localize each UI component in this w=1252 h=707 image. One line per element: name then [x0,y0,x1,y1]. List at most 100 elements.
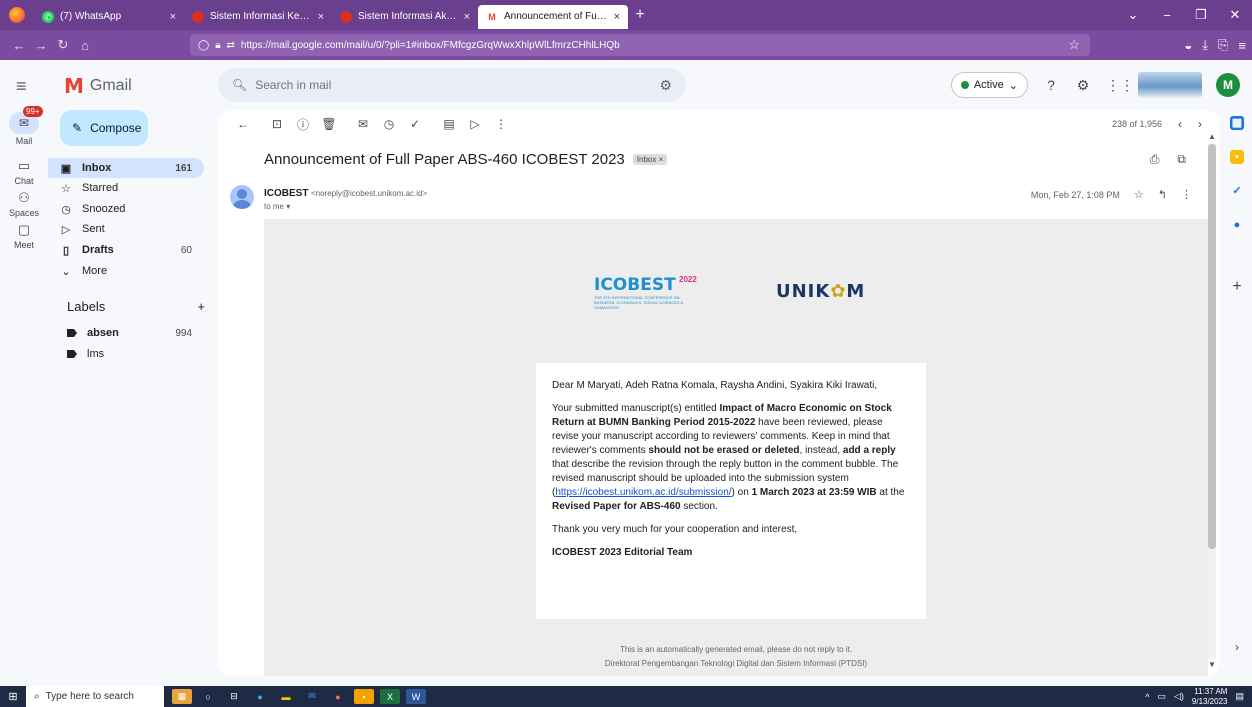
contacts-icon[interactable]: ● [1230,218,1244,232]
task-view-icon[interactable]: ⊟ [224,689,244,704]
extensions-icon[interactable]: ⎘ [1218,37,1228,53]
taskbar-search[interactable]: ⌕ Type here to search [26,686,164,707]
show-side-panel-icon[interactable]: › [1230,640,1244,654]
search-icon[interactable]: 🔍︎ [232,78,247,92]
excel-icon[interactable]: X [380,689,400,704]
help-icon[interactable]: ? [1042,77,1060,93]
notifications-icon[interactable]: ▤ [1235,691,1244,702]
maximize-icon[interactable]: ❐ [1184,0,1218,30]
open-new-window-icon[interactable]: ⧉ [1177,152,1186,167]
avatar[interactable]: M [1216,73,1240,97]
cortana-icon[interactable]: ○ [198,689,218,704]
rail-item-spaces[interactable]: ⚇ Spaces [0,190,48,218]
submission-link[interactable]: https://icobest.unikom.ac.id/submission/ [555,487,731,498]
get-addons-icon[interactable]: + [1230,279,1244,295]
rail-item-chat[interactable]: ▭ Chat [0,158,48,186]
back-icon[interactable]: ← [8,38,30,53]
home-icon[interactable]: ⌂ [74,38,96,53]
keep-icon[interactable]: ▪ [1230,150,1244,164]
rail-item-mail[interactable]: ✉ 99+ Mail [0,106,48,146]
calendar-icon[interactable]: ▦ [1230,116,1244,130]
download-icon[interactable]: ⤓ [1202,37,1208,53]
url-bar[interactable]: ◯ 🔒︎ ⇄ https://mail.google.com/mail/u/0/… [190,34,1090,56]
add-label-icon[interactable]: + [197,299,205,314]
lock-icon[interactable]: 🔒︎ [215,40,220,51]
mark-unread-icon[interactable]: ✉ [350,117,376,131]
tab-sistem-akademik[interactable]: Sistem Informasi Akademik (PI × [332,5,478,29]
older-icon[interactable]: › [1198,117,1202,131]
search-options-icon[interactable]: ⚙ [659,77,672,94]
rail-item-meet[interactable]: ▢ Meet [0,222,48,250]
gmail-logo[interactable]: M Gmail [64,74,132,98]
firefox-icon[interactable]: ● [328,689,348,704]
minimize-icon[interactable]: − [1150,0,1184,30]
compose-button[interactable]: ✎ Compose [60,110,148,146]
sender-name[interactable]: ICOBEST [264,188,308,199]
add-task-icon[interactable]: ✓ [402,117,428,131]
new-tab-button[interactable]: + [628,6,652,24]
search-input[interactable] [255,78,652,92]
message-scrollbar[interactable]: ▲ ▼ [1206,132,1218,672]
network-icon[interactable]: ▭ [1157,691,1166,702]
tab-sistem-keuangan[interactable]: Sistem Informasi Keuangan × [184,5,332,29]
close-icon[interactable]: × [318,11,324,23]
reload-icon[interactable]: ↻ [52,37,74,53]
tab-list-icon[interactable]: ⌄ [1116,0,1150,30]
nav-item-starred[interactable]: ☆ Starred [48,178,204,198]
inbox-label-chip[interactable]: Inbox × [632,154,668,165]
bookmark-star-icon[interactable]: ☆ [1068,37,1080,53]
nav-item-inbox[interactable]: ▣ Inbox 161 [48,158,204,178]
tab-gmail-announcement[interactable]: M Announcement of Full Paper A × [478,4,628,29]
search-bar[interactable]: 🔍︎ ⚙ [218,68,686,102]
more-options-icon[interactable]: ⋮ [488,117,514,131]
close-icon[interactable]: × [464,11,470,23]
file-explorer-icon[interactable]: ▬ [276,689,296,704]
taskbar-clock[interactable]: 11:37 AM 9/13/2023 [1192,687,1228,707]
tab-whatsapp[interactable]: ✆ (7) WhatsApp × [34,5,184,29]
firefox-logo-icon[interactable] [0,0,34,30]
window-close-icon[interactable]: ✕ [1218,0,1252,30]
sender-avatar[interactable] [230,185,254,209]
move-to-icon[interactable]: ▤ [436,117,462,131]
word-icon[interactable]: W [406,689,426,704]
sticky-notes-icon[interactable]: ▪ [354,689,374,704]
forward-icon[interactable]: → [30,38,52,53]
label-item-lms[interactable]: lms [48,344,204,364]
nav-item-snoozed[interactable]: ◷ Snoozed [48,199,204,219]
scroll-up-icon[interactable]: ▲ [1206,132,1218,141]
windows-start-icon[interactable]: ⊞ [0,690,26,703]
more-options-icon[interactable]: ⋮ [1181,188,1192,201]
close-icon[interactable]: × [614,11,620,23]
report-spam-icon[interactable]: ⓘ [290,116,316,133]
nav-item-drafts[interactable]: ▯ Drafts 60 [48,240,204,260]
shield-icon[interactable]: ◯ [198,40,209,51]
tray-expand-icon[interactable]: ^ [1145,692,1149,702]
nav-item-sent[interactable]: ▷ Sent [48,219,204,239]
scroll-down-icon[interactable]: ▼ [1206,660,1218,669]
status-button[interactable]: Active ⌄ [950,72,1028,98]
menu-icon[interactable]: ≡ [1238,38,1246,53]
scrollbar-thumb[interactable] [1208,144,1216,549]
archive-icon[interactable]: ⊡ [264,117,290,131]
pocket-icon[interactable]: ◒ [1184,38,1192,53]
settings-gear-icon[interactable]: ⚙ [1074,77,1092,94]
back-to-inbox-icon[interactable]: ← [230,117,256,131]
delete-icon[interactable]: 🗑︎ [316,117,342,131]
reply-icon[interactable]: ↰ [1158,188,1167,201]
recipient-toggle[interactable]: to me ▾ [264,202,290,211]
permissions-icon[interactable]: ⇄ [227,40,235,51]
widgets-icon[interactable]: ▦ [172,689,192,704]
mail-app-icon[interactable]: ✉ [302,689,322,704]
label-item-absen[interactable]: absen 994 [48,323,204,343]
label-icon[interactable]: ▷ [462,117,488,131]
edge-icon[interactable]: ● [250,689,270,704]
print-icon[interactable]: ⎙ [1150,152,1160,167]
nav-item-more[interactable]: ⌄ More [48,261,204,281]
main-menu-icon[interactable]: ≡ [16,76,27,97]
volume-icon[interactable]: ◁) [1174,691,1184,702]
tasks-icon[interactable]: ✓ [1230,184,1244,198]
apps-grid-icon[interactable]: ⋮⋮ [1106,77,1134,94]
close-icon[interactable]: × [170,11,176,23]
snooze-icon[interactable]: ◷ [376,117,402,131]
newer-icon[interactable]: ‹ [1178,117,1182,131]
